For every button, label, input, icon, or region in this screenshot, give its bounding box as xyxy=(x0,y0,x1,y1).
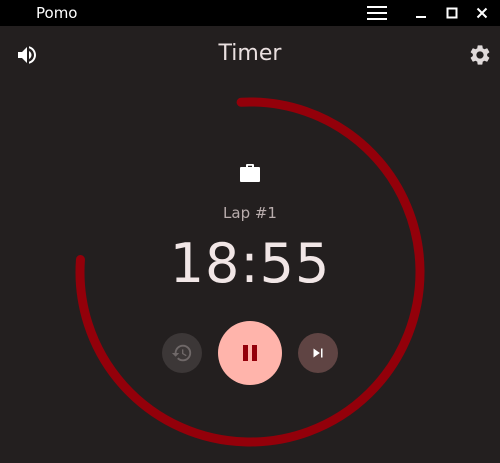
history-icon xyxy=(171,344,192,362)
timer-display: 18:55 xyxy=(169,232,331,295)
reset-button[interactable] xyxy=(162,333,202,373)
pause-icon xyxy=(243,345,257,361)
skip-next-icon xyxy=(313,348,323,358)
app-window: Pomo Timer Lap #1 18:55 xyxy=(0,0,500,463)
skip-button[interactable] xyxy=(298,333,338,373)
briefcase-icon xyxy=(240,164,260,182)
pause-button[interactable] xyxy=(218,321,282,385)
lap-label: Lap #1 xyxy=(223,204,277,222)
work-session-indicator xyxy=(238,161,262,185)
